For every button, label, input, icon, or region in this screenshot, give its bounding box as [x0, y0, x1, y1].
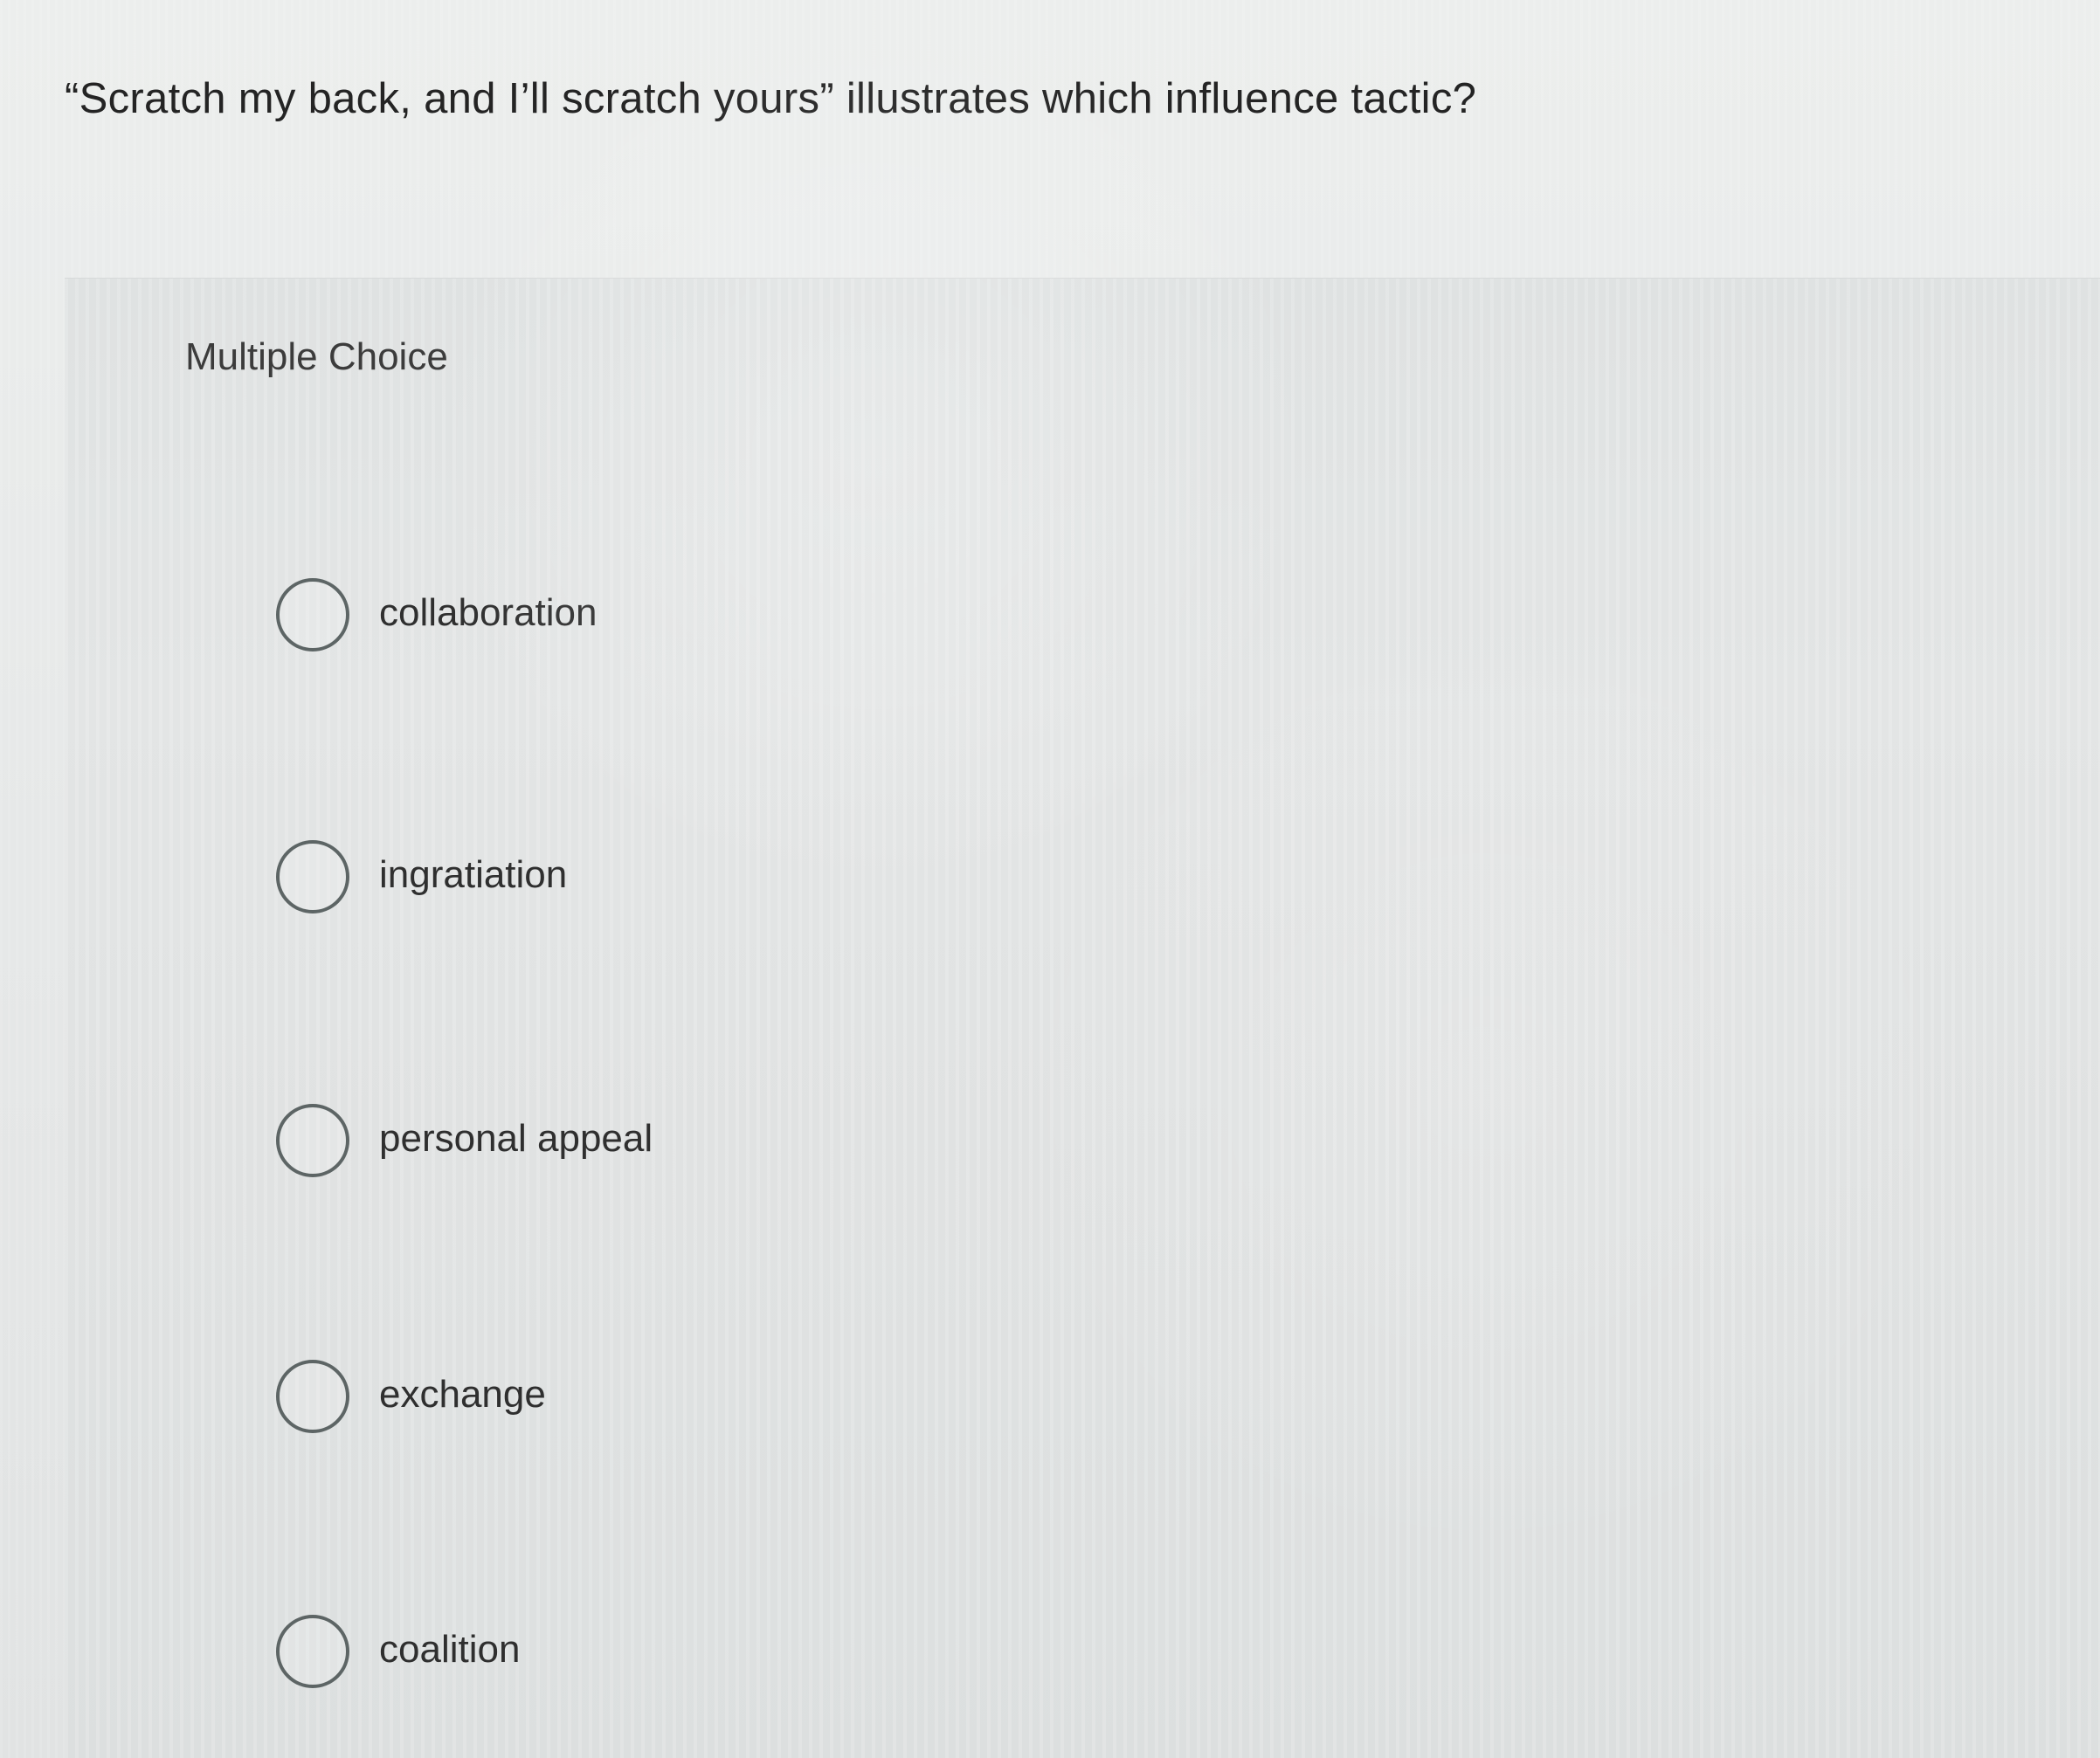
multiple-choice-panel: Multiple Choice collaboration ingratiati…	[65, 278, 2100, 1758]
quiz-screen: “Scratch my back, and I’ll scratch yours…	[0, 0, 2100, 1758]
choice-personal-appeal[interactable]: personal appeal	[152, 1075, 2074, 1206]
radio-button[interactable]	[276, 840, 349, 913]
choice-label[interactable]: collaboration	[379, 587, 598, 639]
choice-label[interactable]: personal appeal	[379, 1113, 653, 1165]
question-text: “Scratch my back, and I’ll scratch yours…	[65, 75, 1477, 122]
radio-button[interactable]	[276, 1360, 349, 1433]
choice-coalition[interactable]: coalition	[152, 1586, 2074, 1717]
choice-label[interactable]: ingratiation	[379, 849, 567, 901]
choice-ingratiation[interactable]: ingratiation	[152, 811, 2074, 942]
radio-button[interactable]	[276, 1104, 349, 1177]
choice-label[interactable]: coalition	[379, 1624, 520, 1676]
radio-button[interactable]	[276, 578, 349, 651]
choice-label[interactable]: exchange	[379, 1368, 546, 1421]
radio-button[interactable]	[276, 1615, 349, 1688]
choice-collaboration[interactable]: collaboration	[152, 549, 2074, 680]
choice-list: collaboration ingratiation personal appe…	[65, 279, 2100, 1758]
choice-exchange[interactable]: exchange	[152, 1331, 2074, 1462]
